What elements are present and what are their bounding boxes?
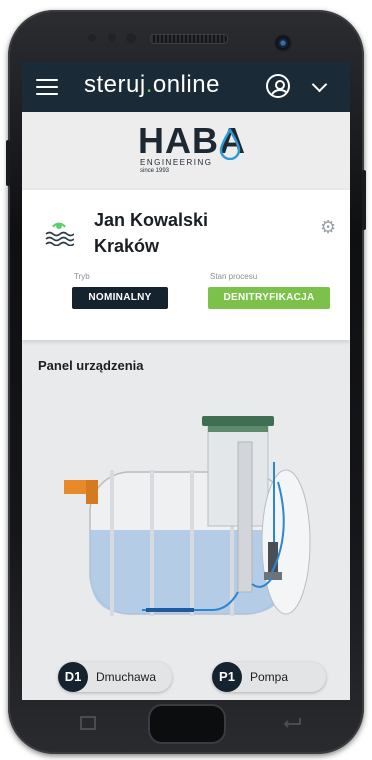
wave-icon (45, 222, 74, 246)
power-button (362, 170, 366, 230)
menu-icon[interactable] (36, 79, 58, 95)
device-d1[interactable]: D1 Dmuchawa (58, 662, 172, 692)
gear-icon[interactable]: ⚙ (320, 218, 336, 236)
logo-since: since 1993 (140, 168, 170, 174)
back-icon[interactable] (282, 716, 302, 728)
logo-tagline: ENGINEERING (140, 158, 213, 167)
process-badge: DENITRYFIKACJA (208, 287, 330, 309)
logo-area: HABA ENGINEERING since 1993 (22, 112, 350, 188)
sensor (88, 34, 96, 42)
mode-label: Tryb (74, 272, 90, 281)
drop-icon (219, 128, 241, 160)
sensor (126, 33, 136, 43)
device-code: P1 (212, 662, 242, 692)
user-card: Jan Kowalski Kraków ⚙ Tryb NOMINALNY Sta… (22, 190, 350, 340)
brand-dot: . (145, 71, 153, 98)
volume-button (6, 140, 10, 186)
earpiece-speaker (150, 34, 228, 44)
top-bar: steruj.online (22, 62, 350, 112)
device-name: Pompa (250, 670, 289, 684)
front-camera (274, 34, 292, 52)
chevron-down-icon[interactable] (311, 76, 328, 93)
device-code: D1 (58, 662, 88, 692)
sensor (108, 34, 116, 42)
brand-prefix: steruj (84, 71, 146, 98)
panel-title: Panel urządzenia (38, 358, 144, 373)
device-p1[interactable]: P1 Pompa (212, 662, 326, 692)
home-button[interactable] (148, 704, 226, 744)
mode-badge: NOMINALNY (72, 287, 168, 309)
treatment-tank-diagram (64, 416, 311, 616)
brand-suffix: online (152, 71, 220, 98)
user-city: Kraków (94, 236, 160, 256)
user-name: Jan Kowalski (94, 210, 209, 230)
user-icon[interactable] (266, 74, 290, 98)
app-brand: steruj.online (84, 71, 220, 99)
process-label: Stan procesu (210, 272, 258, 281)
app-screen: steruj.online HABA ENGINEERING since 199… (22, 62, 350, 700)
device-name: Dmuchawa (96, 670, 157, 684)
recent-apps-icon[interactable] (80, 716, 96, 730)
